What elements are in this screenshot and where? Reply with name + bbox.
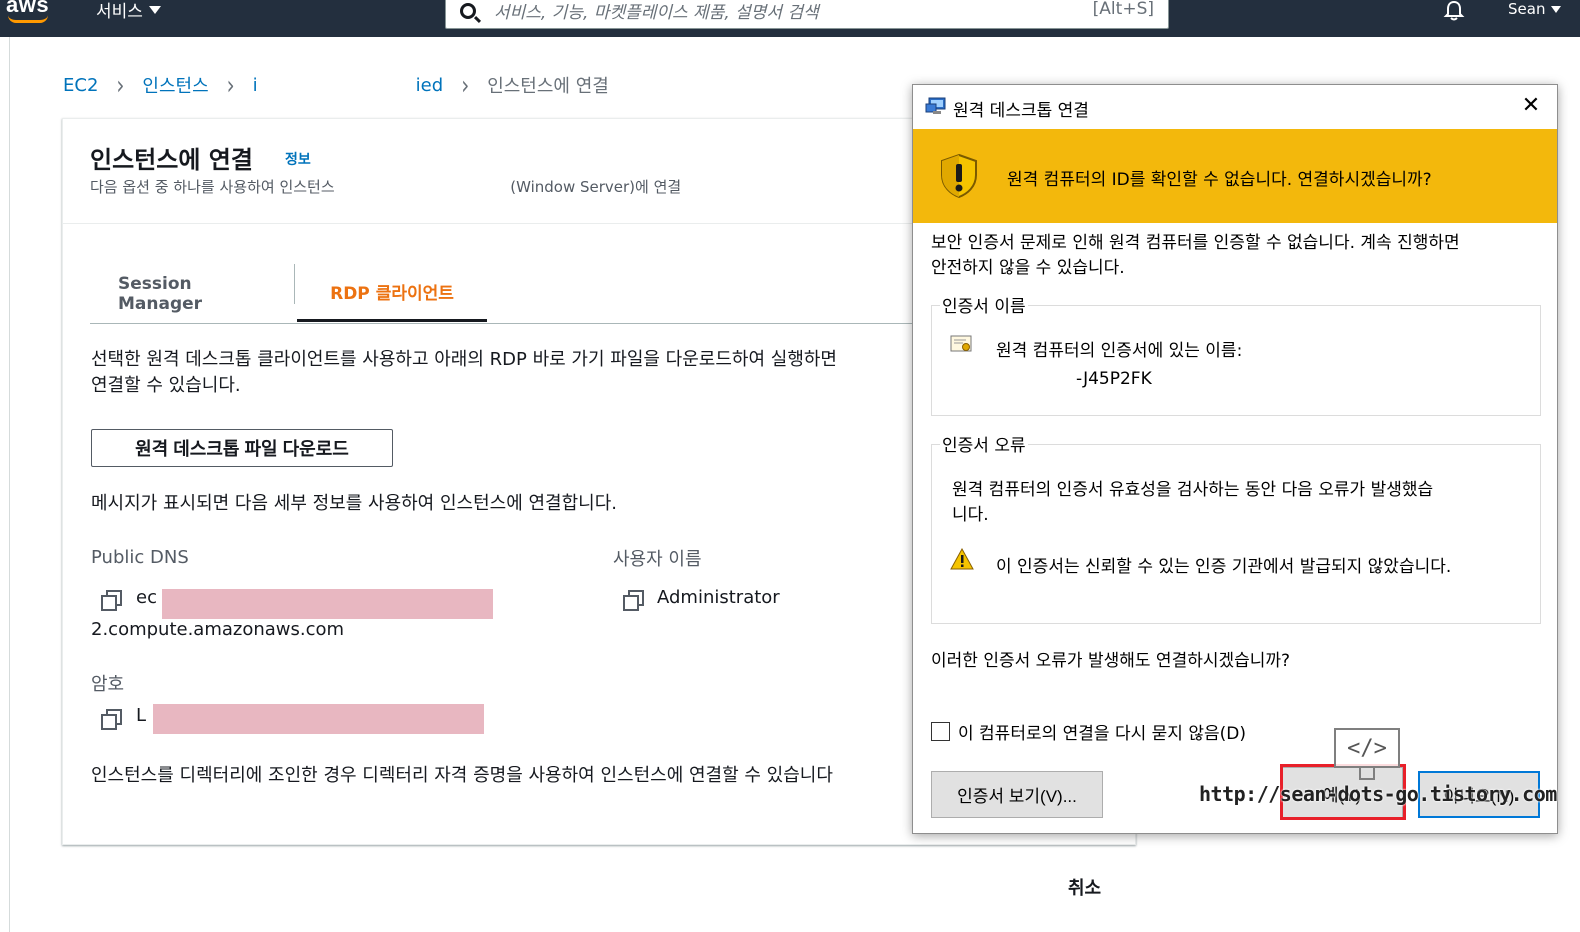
warning-icon: [950, 548, 974, 570]
search-input[interactable]: 서비스, 기능, 마켓플레이스 제품, 설명서 검색 [Alt+S]: [445, 0, 1169, 29]
connect-question: 이러한 인증서 오류가 발생해도 연결하시겠습니까?: [931, 651, 1291, 671]
page-subtitle: 다음 옵션 중 하나를 사용하여 인스턴스 (Window Server)에 연…: [90, 176, 681, 197]
dont-ask-again-label[interactable]: 이 컴퓨터로의 연결을 다시 묻지 않음(D): [958, 719, 1246, 744]
cert-error-line1: 원격 컴퓨터의 인증서 유효성을 검사하는 동안 다음 오류가 발생했습: [952, 480, 1434, 500]
cert-error-detail: 이 인증서는 신뢰할 수 있는 인증 기관에서 발급되지 않았습니다.: [996, 557, 1452, 577]
description-line2: 안전하지 않을 수 있습니다.: [931, 258, 1125, 278]
cancel-button[interactable]: 취소: [1068, 874, 1101, 900]
copy-icon[interactable]: [101, 590, 122, 611]
cert-error-line2: 니다.: [952, 505, 989, 525]
breadcrumb: EC2 › 인스턴스 › i ied › 인스턴스에 연결: [63, 69, 609, 101]
tab-rdp-client[interactable]: RDP 클라이언트: [297, 264, 487, 322]
watermark-stand: [1359, 768, 1375, 780]
chevron-right-icon: ›: [116, 69, 125, 101]
rdp-intro-line1: 선택한 원격 데스크톱 클라이언트를 사용하고 아래의 RDP 바로 가기 파일…: [91, 349, 837, 370]
top-navigation-bar: aws 서비스 서비스, 기능, 마켓플레이스 제품, 설명서 검색 [Alt+…: [0, 0, 1580, 37]
watermark-url: http://sean-dots-go.tistory.com: [1199, 782, 1557, 806]
tab-session-manager[interactable]: Session Manager: [118, 264, 268, 324]
dialog-titlebar[interactable]: 원격 데스크톱 연결 ✕: [913, 85, 1557, 129]
search-shortcut: [Alt+S]: [1092, 0, 1154, 19]
public-dns-label: Public DNS: [91, 547, 189, 568]
info-link[interactable]: 정보: [285, 149, 311, 169]
password-label: 암호: [91, 674, 125, 695]
description-line1: 보안 인증서 문제로 인해 원격 컴퓨터를 인증할 수 없습니다. 계속 진행하…: [931, 233, 1460, 253]
remote-desktop-dialog: 원격 데스크톱 연결 ✕ 원격 컴퓨터의 ID를 확인할 수 없습니다. 연결하…: [912, 84, 1558, 834]
chevron-right-icon: ›: [461, 69, 470, 101]
password-prefix: L: [136, 705, 147, 726]
breadcrumb-instances[interactable]: 인스턴스: [142, 72, 208, 98]
dont-ask-again-checkbox[interactable]: [931, 722, 950, 741]
aws-logo-smile: [8, 15, 48, 23]
banner-text: 원격 컴퓨터의 ID를 확인할 수 없습니다. 연결하시겠습니까?: [1007, 170, 1432, 190]
cert-name-value: -J45P2FK: [1076, 369, 1152, 389]
cert-error-group: 인증서 오류 원격 컴퓨터의 인증서 유효성을 검사하는 동안 다음 오류가 발…: [931, 431, 1541, 624]
redacted-password: [153, 704, 484, 734]
breadcrumb-instance-id-end[interactable]: ied: [416, 75, 444, 96]
bell-icon[interactable]: [1443, 0, 1465, 22]
redacted-area: [996, 366, 1076, 396]
dialog-description: 보안 인증서 문제로 인해 원격 컴퓨터를 인증할 수 없습니다. 계속 진행하…: [931, 231, 1541, 281]
side-divider: [9, 37, 10, 932]
tab-divider: [294, 264, 295, 304]
public-dns-suffix: 2.compute.amazonaws.com: [91, 619, 345, 640]
username-label: 사용자 이름: [613, 549, 702, 570]
breadcrumb-ec2[interactable]: EC2: [63, 75, 98, 96]
close-icon[interactable]: ✕: [1519, 94, 1543, 118]
view-certificate-button[interactable]: 인증서 보기(V)...: [931, 771, 1103, 818]
username-value: Administrator: [657, 587, 780, 608]
cert-error-group-title: 인증서 오류: [940, 431, 1028, 456]
chevron-right-icon: ›: [226, 69, 235, 101]
search-placeholder: 서비스, 기능, 마켓플레이스 제품, 설명서 검색: [494, 3, 819, 23]
services-label: 서비스: [96, 2, 143, 22]
cert-name-group-title: 인증서 이름: [940, 292, 1028, 317]
breadcrumb-current: 인스턴스에 연결: [487, 76, 609, 97]
certificate-icon: [950, 335, 972, 352]
remote-desktop-icon: [925, 97, 946, 114]
user-name: Sean: [1508, 0, 1546, 18]
subtitle-prefix: 다음 옵션 중 하나를 사용하여 인스턴스: [90, 178, 335, 196]
warning-banner: 원격 컴퓨터의 ID를 확인할 수 없습니다. 연결하시겠습니까?: [913, 129, 1557, 223]
chevron-down-icon: [1551, 5, 1562, 13]
redacted-area: [257, 70, 416, 100]
rdp-intro-line2: 연결할 수 있습니다.: [91, 375, 241, 396]
chevron-down-icon: [148, 5, 161, 14]
search-icon: [460, 3, 476, 19]
copy-icon[interactable]: [101, 709, 122, 730]
page-title: 인스턴스에 연결: [90, 146, 253, 174]
services-menu[interactable]: 서비스: [96, 0, 161, 22]
user-menu[interactable]: Sean: [1508, 0, 1562, 18]
directory-text: 인스턴스를 디렉터리에 조인한 경우 디렉터리 자격 증명을 사용하여 인스턴스…: [91, 765, 833, 786]
code-icon: </>: [1334, 728, 1400, 768]
cert-name-group: 인증서 이름 원격 컴퓨터의 인증서에 있는 이름: -J45P2FK: [931, 292, 1541, 416]
public-dns-prefix: ec: [136, 587, 157, 608]
dialog-title: 원격 데스크톱 연결: [953, 101, 1089, 121]
dont-ask-again-row[interactable]: 이 컴퓨터로의 연결을 다시 묻지 않음(D): [931, 719, 1246, 744]
prompt-text: 메시지가 표시되면 다음 세부 정보를 사용하여 인스턴스에 연결합니다.: [91, 493, 618, 514]
shield-warning-icon: [941, 153, 977, 199]
copy-icon[interactable]: [623, 590, 644, 611]
download-rdp-file-button[interactable]: 원격 데스크톱 파일 다운로드: [91, 429, 393, 467]
redacted-dns: [162, 589, 493, 619]
redacted-area: [339, 178, 506, 197]
cert-name-label: 원격 컴퓨터의 인증서에 있는 이름:: [996, 341, 1243, 361]
subtitle-suffix: (Window Server)에 연결: [510, 178, 682, 196]
